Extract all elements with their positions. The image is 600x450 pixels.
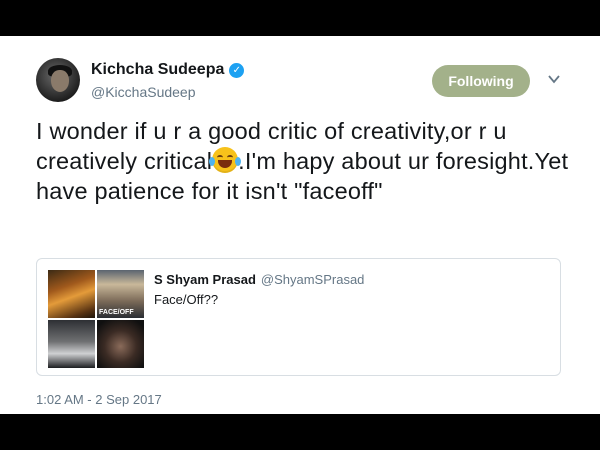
chevron-down-icon[interactable] xyxy=(547,72,561,86)
author-handle[interactable]: @KicchaSudeep xyxy=(91,84,196,100)
quoted-media-grid[interactable]: FACE/OFF xyxy=(48,270,144,368)
following-button[interactable]: Following xyxy=(432,65,530,97)
quoted-tweet[interactable]: FACE/OFF S Shyam Prasad @ShyamSPrasad Fa… xyxy=(36,258,561,376)
movie-poster-1[interactable] xyxy=(48,270,95,318)
tweet-card: Kichcha Sudeepa ✓ @KicchaSudeep Followin… xyxy=(0,36,600,414)
movie-poster-3[interactable] xyxy=(48,320,95,368)
verified-badge-icon: ✓ xyxy=(229,62,245,78)
quoted-author-handle: @ShyamSPrasad xyxy=(260,272,365,287)
face-off-poster[interactable]: FACE/OFF xyxy=(97,270,144,318)
face-with-tears-of-joy-icon xyxy=(209,147,242,173)
avatar[interactable] xyxy=(36,58,80,102)
author-row[interactable]: Kichcha Sudeepa ✓ xyxy=(91,61,245,79)
author-name[interactable]: Kichcha Sudeepa xyxy=(91,61,224,79)
man-covering-face-photo[interactable] xyxy=(97,320,144,368)
quoted-tweet-text: Face/Off?? xyxy=(154,292,219,307)
quoted-author-name: S Shyam Prasad xyxy=(154,272,256,287)
tweet-timestamp[interactable]: 1:02 AM - 2 Sep 2017 xyxy=(36,392,162,407)
quoted-author-row: S Shyam Prasad @ShyamSPrasad xyxy=(154,272,364,287)
avatar-face xyxy=(51,70,69,92)
tweet-text: I wonder if u r a good critic of creativ… xyxy=(36,116,576,206)
